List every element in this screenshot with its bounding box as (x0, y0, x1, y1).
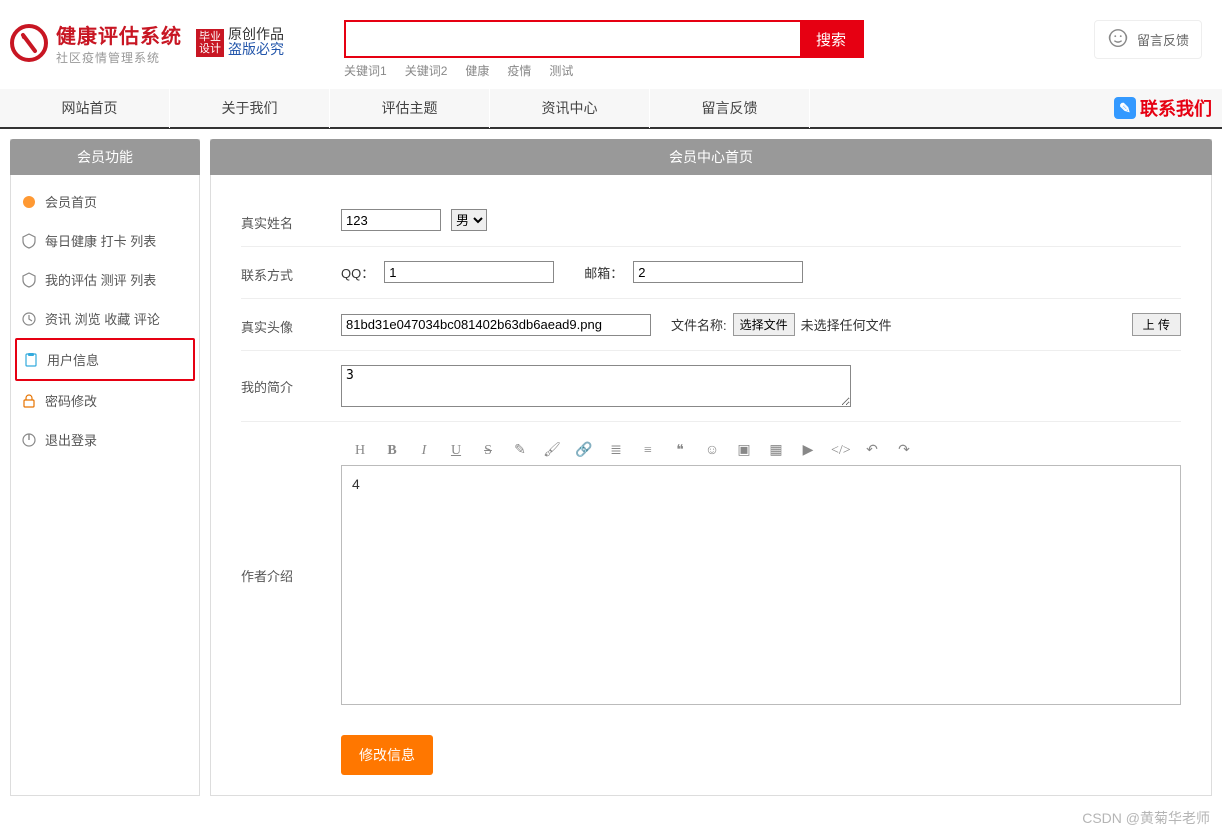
editor-list-icon[interactable]: ≣ (607, 442, 625, 459)
clipboard-icon (23, 352, 39, 368)
nav-about[interactable]: 关于我们 (170, 88, 330, 128)
label-avatar: 真实头像 (241, 313, 341, 336)
power-icon (21, 432, 37, 448)
sidebar-item-assessment[interactable]: 我的评估 测评 列表 (15, 260, 195, 299)
keyword-link[interactable]: 健康 (465, 62, 489, 79)
no-file-text: 未选择任何文件 (801, 315, 892, 334)
feedback-button[interactable]: 留言反馈 (1094, 20, 1202, 59)
qq-input[interactable] (384, 261, 554, 283)
logo-icon (10, 24, 48, 62)
nav-topics[interactable]: 评估主题 (330, 88, 490, 128)
avatar-filename-input[interactable] (341, 314, 651, 336)
label-author-intro: 作者介绍 (241, 436, 341, 705)
app-subtitle: 社区疫情管理系统 (56, 49, 182, 66)
editor-bold-icon[interactable]: B (383, 443, 401, 459)
editor-font-icon[interactable]: ✎ (511, 442, 529, 459)
watermark: CSDN @黄菊华老师 (1082, 808, 1210, 828)
email-input[interactable] (633, 261, 803, 283)
nav-home[interactable]: 网站首页 (10, 88, 170, 128)
author-intro-editor[interactable]: 4 (341, 465, 1181, 705)
editor-undo-icon[interactable]: ↶ (863, 442, 881, 459)
clock-icon (21, 311, 37, 327)
keyword-link[interactable]: 测试 (549, 62, 573, 79)
contact-icon: ✎ (1114, 97, 1136, 119)
nav-news[interactable]: 资讯中心 (490, 88, 650, 128)
search-input[interactable] (346, 22, 800, 56)
keyword-link[interactable]: 关键词2 (405, 62, 448, 79)
editor-heading-icon[interactable]: H (351, 443, 369, 459)
badge-red: 毕业 设计 (196, 29, 224, 57)
editor-strike-icon[interactable]: S (479, 443, 497, 459)
app-title: 健康评估系统 (56, 20, 182, 49)
label-file-name: 文件名称: (671, 315, 727, 334)
search-button[interactable]: 搜索 (800, 22, 862, 56)
editor-brush-icon[interactable]: 🖌 (543, 442, 561, 459)
editor-code-icon[interactable]: </> (831, 443, 849, 459)
editor-toolbar: H B I U S ✎ 🖌 🔗 ≣ ≡ ❝ ☺ ▣ ▦ ▶ (341, 436, 1181, 465)
keyword-link[interactable]: 疫情 (507, 62, 531, 79)
shield-icon (21, 272, 37, 288)
editor-video-icon[interactable]: ▶ (799, 442, 817, 459)
badge-script: 原创作品 盗版必究 (228, 28, 284, 59)
search-keywords: 关键词1 关键词2 健康 疫情 测试 (344, 62, 864, 79)
label-email: 邮箱： (584, 263, 623, 282)
sidebar-item-password[interactable]: 密码修改 (15, 381, 195, 420)
choose-file-button[interactable]: 选择文件 (733, 313, 795, 336)
label-qq: QQ： (341, 263, 374, 282)
lock-icon (21, 393, 37, 409)
gender-select[interactable]: 男 (451, 209, 487, 231)
editor-underline-icon[interactable]: U (447, 443, 465, 459)
editor-align-icon[interactable]: ≡ (639, 443, 657, 459)
shield-icon (21, 233, 37, 249)
sidebar-item-daily[interactable]: 每日健康 打卡 列表 (15, 221, 195, 260)
content-header: 会员中心首页 (210, 139, 1212, 175)
sidebar-item-logout[interactable]: 退出登录 (15, 420, 195, 459)
submit-button[interactable]: 修改信息 (341, 735, 433, 775)
keyword-link[interactable]: 关键词1 (344, 62, 387, 79)
editor-table-icon[interactable]: ▦ (767, 442, 785, 459)
label-real-name: 真实姓名 (241, 209, 341, 232)
home-icon (21, 194, 37, 210)
contact-us-link[interactable]: ✎ 联系我们 (1114, 95, 1212, 121)
sidebar-item-home[interactable]: 会员首页 (15, 182, 195, 221)
upload-button[interactable]: 上 传 (1132, 313, 1181, 336)
editor-emoji-icon[interactable]: ☺ (703, 443, 721, 459)
editor-quote-icon[interactable]: ❝ (671, 442, 689, 459)
brief-textarea[interactable] (341, 365, 851, 407)
editor-italic-icon[interactable]: I (415, 443, 433, 459)
real-name-input[interactable] (341, 209, 441, 231)
editor-image-icon[interactable]: ▣ (735, 442, 753, 459)
editor-redo-icon[interactable]: ↷ (895, 442, 913, 459)
label-brief: 我的简介 (241, 365, 341, 396)
support-icon (1107, 27, 1129, 52)
sidebar-item-userinfo[interactable]: 用户信息 (15, 338, 195, 381)
editor-link-icon[interactable]: 🔗 (575, 442, 593, 459)
sidebar-header: 会员功能 (10, 139, 200, 175)
sidebar-item-news[interactable]: 资讯 浏览 收藏 评论 (15, 299, 195, 338)
nav-feedback[interactable]: 留言反馈 (650, 88, 810, 128)
label-contact: 联系方式 (241, 261, 341, 284)
logo-area: 健康评估系统 社区疫情管理系统 毕业 设计 原创作品 盗版必究 (10, 20, 284, 66)
